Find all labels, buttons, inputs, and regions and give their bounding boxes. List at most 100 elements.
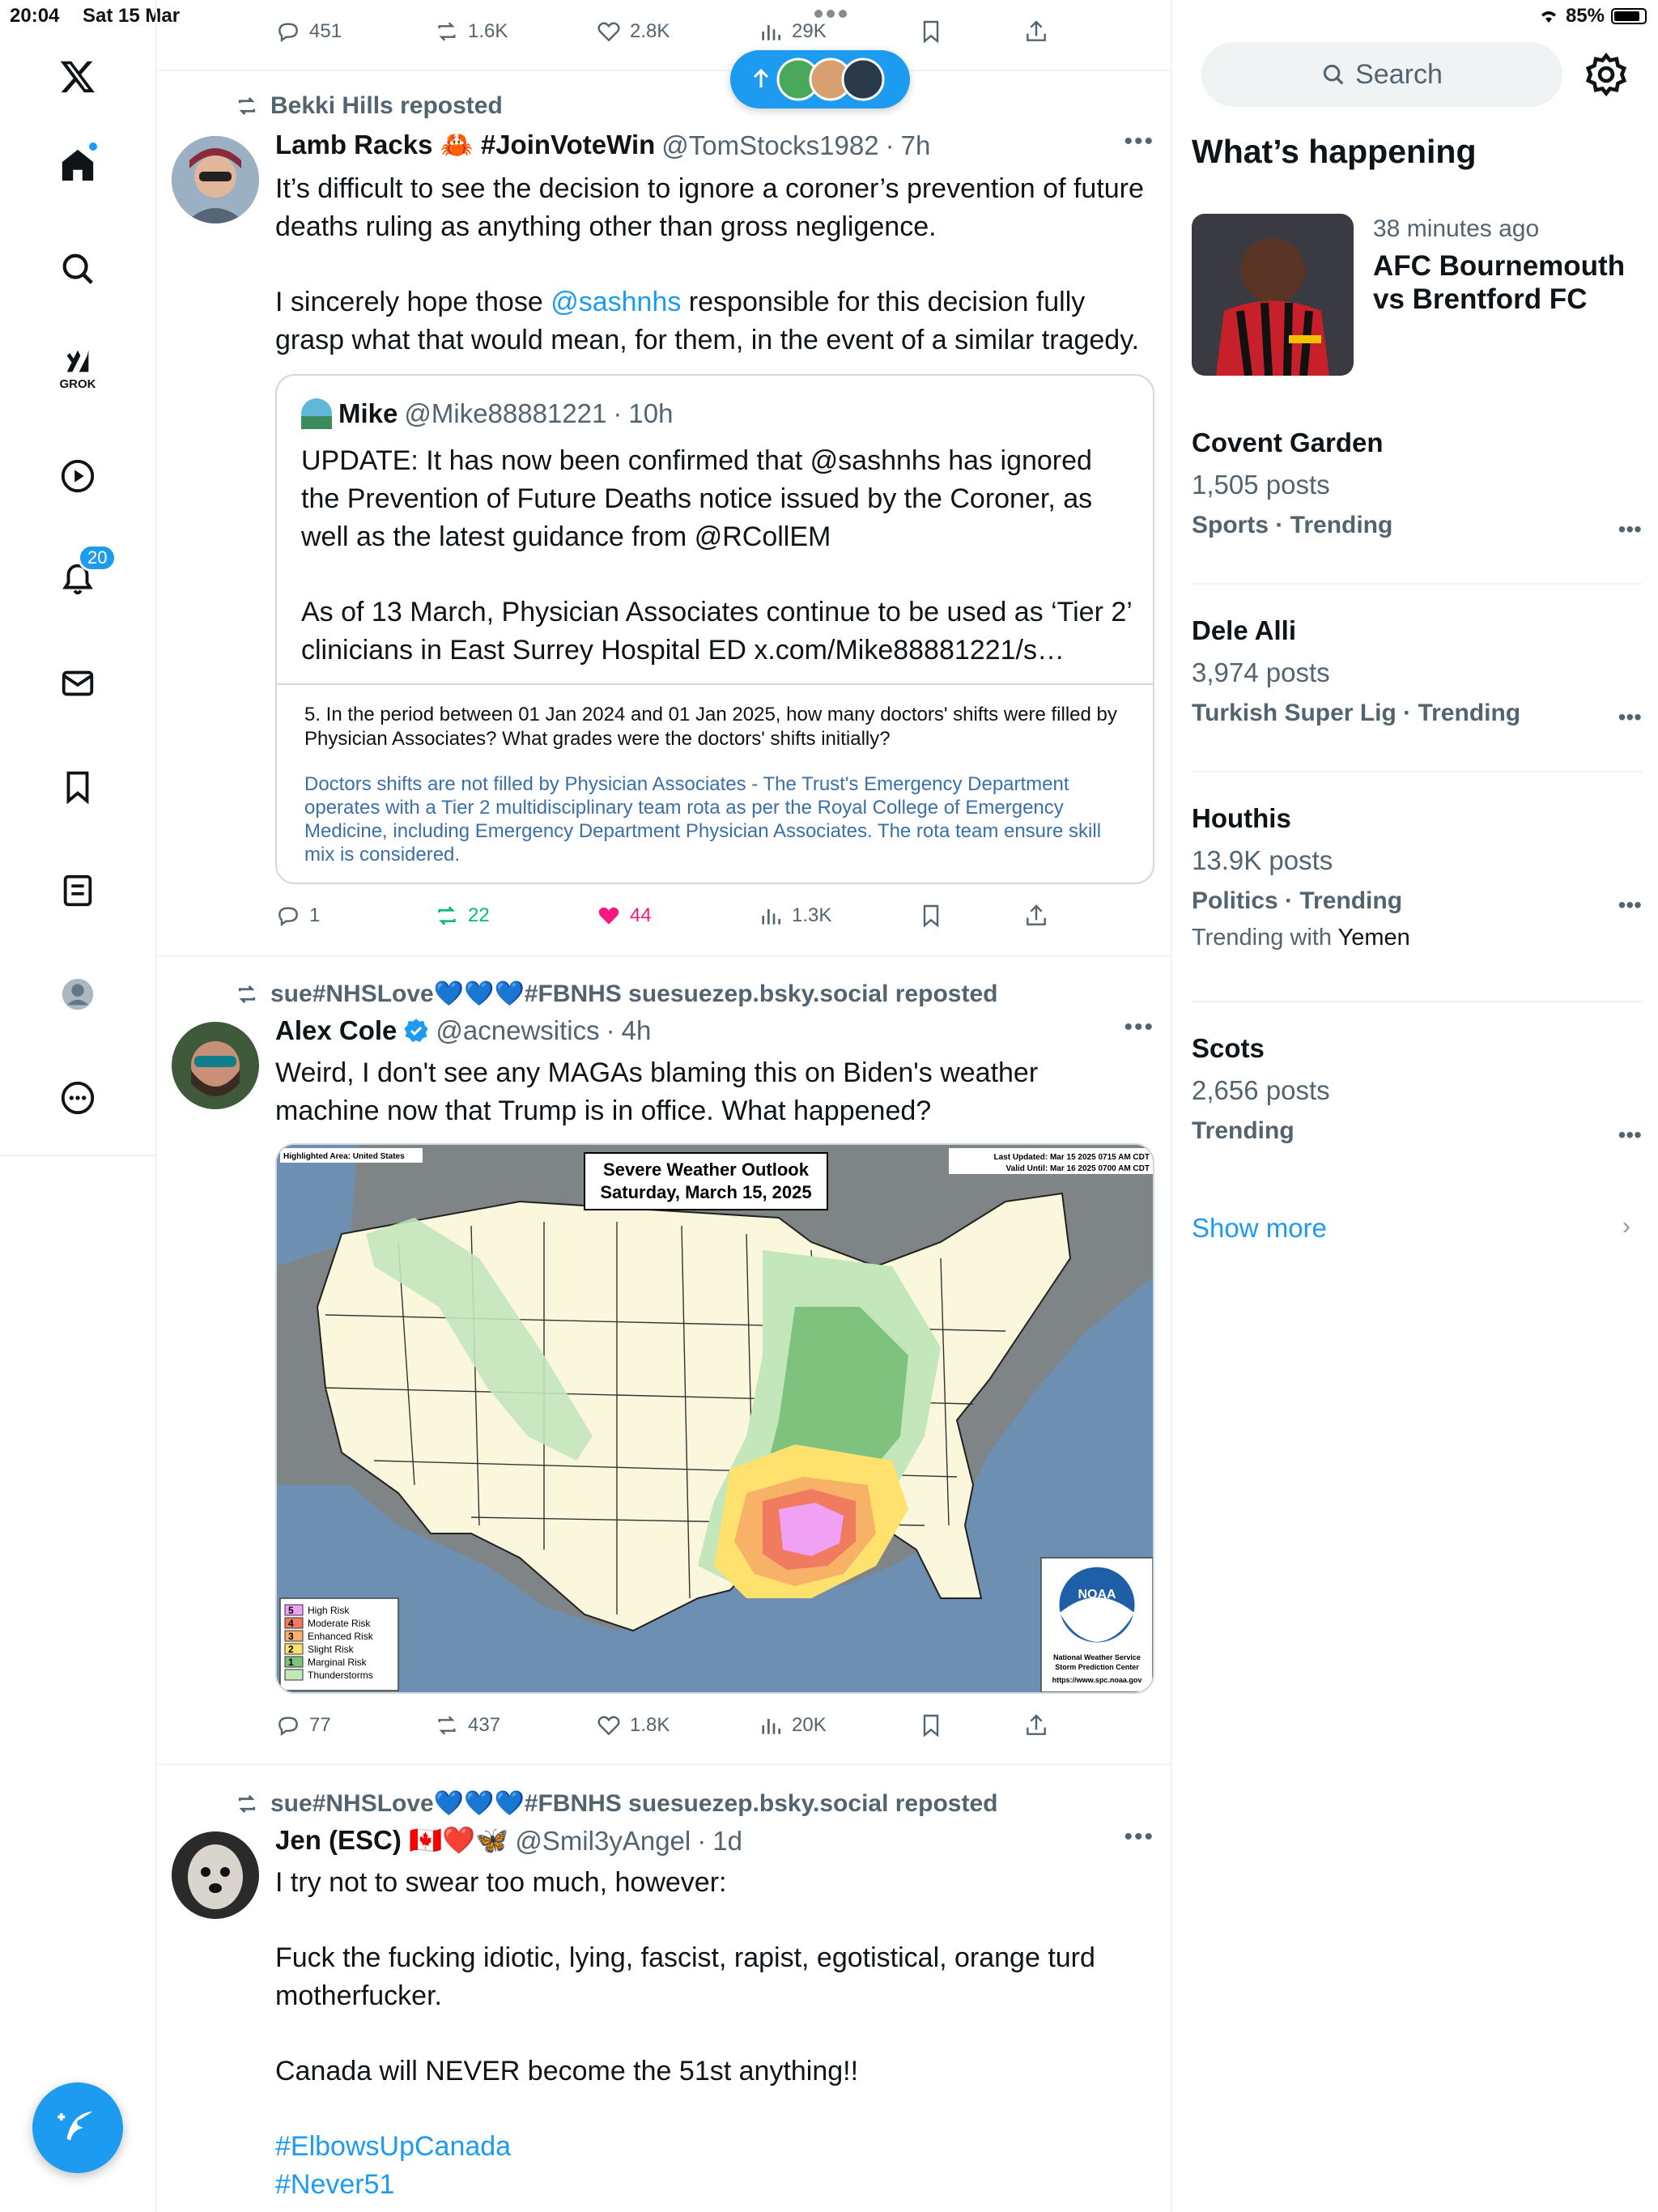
share-button[interactable]: [1023, 895, 1049, 936]
trend-count: 2,656 posts: [1192, 1075, 1330, 1105]
hashtag-link[interactable]: #Never51: [275, 2166, 1146, 2204]
like-button[interactable]: 2.8K: [596, 11, 670, 52]
heart-icon: [597, 1716, 620, 1736]
trend-name: Covent Garden: [1192, 428, 1384, 457]
trend-more-icon[interactable]: •••: [1618, 892, 1642, 918]
compose-post-button[interactable]: [32, 2082, 123, 2173]
trend-more-icon[interactable]: •••: [1618, 1122, 1642, 1148]
trend-more-icon[interactable]: •••: [1618, 704, 1642, 730]
quoted-post-image[interactable]: 5. In the period between 01 Jan 2024 and…: [277, 683, 1153, 883]
reply-button[interactable]: 1: [275, 895, 320, 936]
featured-event-title[interactable]: AFC Bournemouth vs Brentford FC: [1373, 249, 1640, 316]
trend-item[interactable]: Dele Alli 3,974 posts Turkish Super Lig …: [1192, 615, 1642, 730]
post-author-line: Lamb Racks 🦀 #JoinVoteWin @TomStocks1982…: [275, 130, 931, 161]
post-text-paragraph: Canada will NEVER become the 51st anythi…: [275, 2056, 859, 2087]
author-name[interactable]: Alex Cole: [275, 1015, 397, 1046]
share-button[interactable]: [1023, 1705, 1049, 1746]
views-button[interactable]: 20K: [758, 1705, 827, 1746]
author-name[interactable]: Jen (ESC) 🇨🇦❤️🦋: [275, 1825, 508, 1857]
video-play-icon[interactable]: [50, 449, 105, 504]
svg-text:2: 2: [288, 1644, 294, 1655]
messages-mail-icon[interactable]: [50, 656, 105, 711]
trend-related: Trending with Yemen: [1192, 925, 1410, 951]
avatar[interactable]: [172, 136, 259, 223]
trend-count: 13.9K posts: [1192, 845, 1333, 875]
post-more-icon[interactable]: •••: [1124, 1014, 1154, 1041]
repost-attribution[interactable]: sue#NHSLove💙💙💙#FBNHS suesuezep.bsky.soci…: [235, 980, 997, 1008]
repost-button[interactable]: 437: [434, 1705, 500, 1746]
author-handle[interactable]: @acnewsitics: [436, 1015, 599, 1046]
grok-icon[interactable]: GROK: [50, 340, 105, 395]
trend-item[interactable]: Covent Garden 1,505 posts Sports · Trend…: [1192, 428, 1642, 542]
heart-icon: [597, 22, 620, 42]
bookmark-button[interactable]: [918, 11, 944, 52]
map-area-label: Highlighted Area: United States: [283, 1152, 405, 1161]
repost-attribution[interactable]: Bekki Hills reposted: [235, 92, 503, 120]
settings-gear-icon[interactable]: [1584, 52, 1629, 97]
grok-label: GROK: [59, 376, 96, 391]
map-title: Severe Weather Outlook: [603, 1159, 810, 1180]
severe-weather-map-image[interactable]: Severe Weather Outlook Saturday, March 1…: [275, 1143, 1154, 1694]
lists-icon[interactable]: [50, 863, 105, 918]
post-time[interactable]: 4h: [622, 1015, 652, 1046]
post-more-icon[interactable]: •••: [1124, 128, 1154, 155]
more-options-icon[interactable]: [50, 1070, 105, 1125]
avatar[interactable]: [172, 1022, 259, 1109]
legend-thunderstorms: Thunderstorms: [308, 1670, 373, 1681]
reply-button[interactable]: 77: [275, 1705, 331, 1746]
trend-item[interactable]: Houthis 13.9K posts Politics · Trending …: [1192, 803, 1642, 951]
post-text-paragraph: It’s difficult to see the decision to ig…: [275, 173, 1144, 242]
views-button[interactable]: 1.3K: [758, 895, 831, 936]
repost-button[interactable]: 1.6K: [434, 11, 508, 52]
mention-link[interactable]: @sashnhs: [551, 287, 681, 317]
right-sidebar: Search What’s happening 38 minutes ago A…: [1174, 32, 1658, 2212]
status-indicators: 85%: [1538, 5, 1647, 28]
svg-text:3: 3: [288, 1631, 294, 1642]
author-name[interactable]: Lamb Racks 🦀 #JoinVoteWin: [275, 130, 655, 161]
x-logo-icon[interactable]: [50, 49, 105, 104]
like-button[interactable]: 44: [596, 895, 652, 936]
hashtag-link[interactable]: #ElbowsUpCanada: [275, 2128, 1146, 2166]
multitasking-dots-icon[interactable]: [813, 8, 848, 19]
home-icon[interactable]: [50, 138, 105, 193]
search-input[interactable]: Search: [1201, 42, 1562, 107]
explore-search-icon[interactable]: [50, 241, 105, 296]
bookmark-button[interactable]: [918, 895, 944, 936]
search-placeholder: Search: [1355, 58, 1443, 90]
trend-name: Houthis: [1192, 803, 1291, 833]
reply-icon: [278, 23, 298, 43]
legend-slight-risk: Slight Risk: [308, 1644, 355, 1655]
repost-attribution[interactable]: sue#NHSLove💙💙💙#FBNHS suesuezep.bsky.soci…: [235, 1789, 997, 1818]
post-author-line: Alex Cole @acnewsitics · 4h: [275, 1015, 652, 1046]
trend-item[interactable]: Scots 2,656 posts Trending •••: [1192, 1033, 1642, 1148]
trend-more-icon[interactable]: •••: [1618, 517, 1642, 542]
like-button[interactable]: 1.8K: [596, 1705, 670, 1746]
author-handle[interactable]: @Smil3yAngel: [515, 1826, 691, 1857]
share-button[interactable]: [1023, 11, 1049, 52]
timeline[interactable]: 451 1.6K 2.8K 29K Bekki Hills reposted L…: [155, 0, 1172, 2212]
repost-button[interactable]: 22: [434, 895, 490, 936]
post-time[interactable]: 7h: [901, 130, 931, 161]
quoted-post[interactable]: Mike @Mike88881221 · 10h UPDATE: It has …: [275, 374, 1154, 884]
post-more-icon[interactable]: •••: [1124, 1823, 1154, 1851]
analytics-bars-icon: [762, 909, 780, 925]
quoted-author-line: Mike @Mike88881221 · 10h: [301, 398, 673, 429]
avatar[interactable]: [172, 1831, 259, 1919]
left-nav: GROK 20: [0, 32, 155, 1156]
reply-button[interactable]: 451: [275, 11, 342, 52]
profile-avatar-icon[interactable]: [50, 967, 105, 1022]
post-text-paragraph: I sincerely hope those @sashnhs responsi…: [275, 287, 1140, 355]
author-handle[interactable]: @TomStocks1982: [661, 130, 878, 161]
show-more-link[interactable]: Show more: [1192, 1213, 1327, 1244]
bookmarks-icon[interactable]: [50, 759, 105, 815]
post-time[interactable]: 1d: [712, 1826, 742, 1857]
analytics-bars-icon: [762, 1719, 780, 1734]
trend-count: 1,505 posts: [1192, 470, 1330, 500]
views-count: 20K: [792, 1714, 827, 1736]
map-updated-label: Last Updated: Mar 15 2025 0715 AM CDT: [994, 1153, 1150, 1162]
notifications-bell-icon[interactable]: 20: [50, 544, 117, 607]
bookmark-button[interactable]: [918, 1705, 944, 1746]
featured-event-image[interactable]: [1192, 214, 1354, 376]
like-count: 1.8K: [630, 1714, 670, 1736]
new-posts-pill[interactable]: [730, 50, 910, 108]
